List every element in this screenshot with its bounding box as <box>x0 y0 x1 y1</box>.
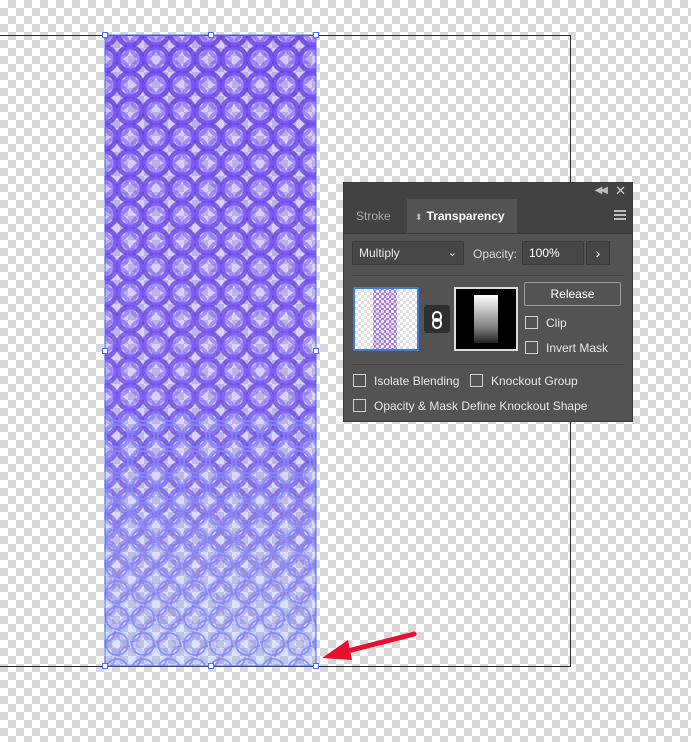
hamburger-menu-icon[interactable] <box>614 210 626 222</box>
isolate-blending-checkbox[interactable] <box>353 374 366 387</box>
opacity-mask-knockout-checkbox[interactable] <box>353 399 366 412</box>
selection-handle-top-right[interactable] <box>313 32 319 38</box>
clip-checkbox-row[interactable]: Clip <box>525 315 567 331</box>
release-button[interactable]: Release <box>524 282 621 306</box>
chevron-down-icon: ⌄ <box>447 247 457 259</box>
opacity-mask-knockout-label: Opacity & Mask Define Knockout Shape <box>374 399 588 413</box>
selection-handle-top-middle[interactable] <box>208 32 214 38</box>
divider <box>352 275 624 276</box>
close-icon[interactable]: ✕ <box>615 183 626 199</box>
link-icon[interactable] <box>424 305 450 333</box>
knockout-group-checkbox[interactable] <box>470 374 483 387</box>
clip-checkbox[interactable] <box>525 316 538 329</box>
panel-tab-bar: Stroke ⬍ Transparency <box>344 199 632 234</box>
isolate-blending-label: Isolate Blending <box>374 374 460 388</box>
opacity-label: Opacity: <box>473 247 518 261</box>
selection-handle-top-left[interactable] <box>102 32 108 38</box>
opacity-mask-thumbnail[interactable] <box>454 287 518 351</box>
opacity-input[interactable]: 100% <box>522 241 584 265</box>
transparency-panel: ◀◀ ✕ Stroke ⬍ Transparency Multiply ⌄ Opa… <box>343 182 633 422</box>
mask-gradient-preview <box>474 295 498 343</box>
tab-stroke[interactable]: Stroke <box>346 199 401 233</box>
release-button-label: Release <box>550 287 595 301</box>
selection-handle-bottom-middle[interactable] <box>208 663 214 669</box>
red-arrow-icon <box>322 631 417 660</box>
blend-mode-select[interactable]: Multiply ⌄ <box>352 241 464 265</box>
knockout-group-label: Knockout Group <box>491 374 578 388</box>
double-chevron-left-icon[interactable]: ◀◀ <box>595 185 608 196</box>
selection-handle-middle-right[interactable] <box>313 348 319 354</box>
selection-handle-middle-left[interactable] <box>102 348 108 354</box>
selection-handle-bottom-left[interactable] <box>102 663 108 669</box>
knockout-group-checkbox-row[interactable]: Knockout Group <box>470 373 578 389</box>
invert-mask-label: Invert Mask <box>546 341 609 355</box>
tab-transparency[interactable]: ⬍ Transparency <box>407 199 517 233</box>
blend-mode-value: Multiply <box>359 246 400 260</box>
clip-label: Clip <box>546 316 567 330</box>
panel-title-bar[interactable]: ◀◀ ✕ <box>344 183 632 199</box>
artwork-thumbnail[interactable] <box>353 287 419 351</box>
tab-transparency-label: Transparency <box>426 209 505 223</box>
opacity-value: 100% <box>529 246 560 260</box>
divider <box>352 364 624 365</box>
opacity-mask-knockout-checkbox-row[interactable]: Opacity & Mask Define Knockout Shape <box>353 398 587 414</box>
circle-pattern-artwork[interactable] <box>104 33 317 668</box>
artwork-thumbnail-image <box>355 289 417 349</box>
up-down-arrows-icon: ⬍ <box>415 212 423 222</box>
invert-mask-checkbox[interactable] <box>525 341 538 354</box>
invert-mask-checkbox-row[interactable]: Invert Mask <box>525 340 608 356</box>
tab-stroke-label: Stroke <box>356 209 391 223</box>
isolate-blending-checkbox-row[interactable]: Isolate Blending <box>353 373 459 389</box>
chevron-right-icon[interactable]: › <box>586 241 610 265</box>
